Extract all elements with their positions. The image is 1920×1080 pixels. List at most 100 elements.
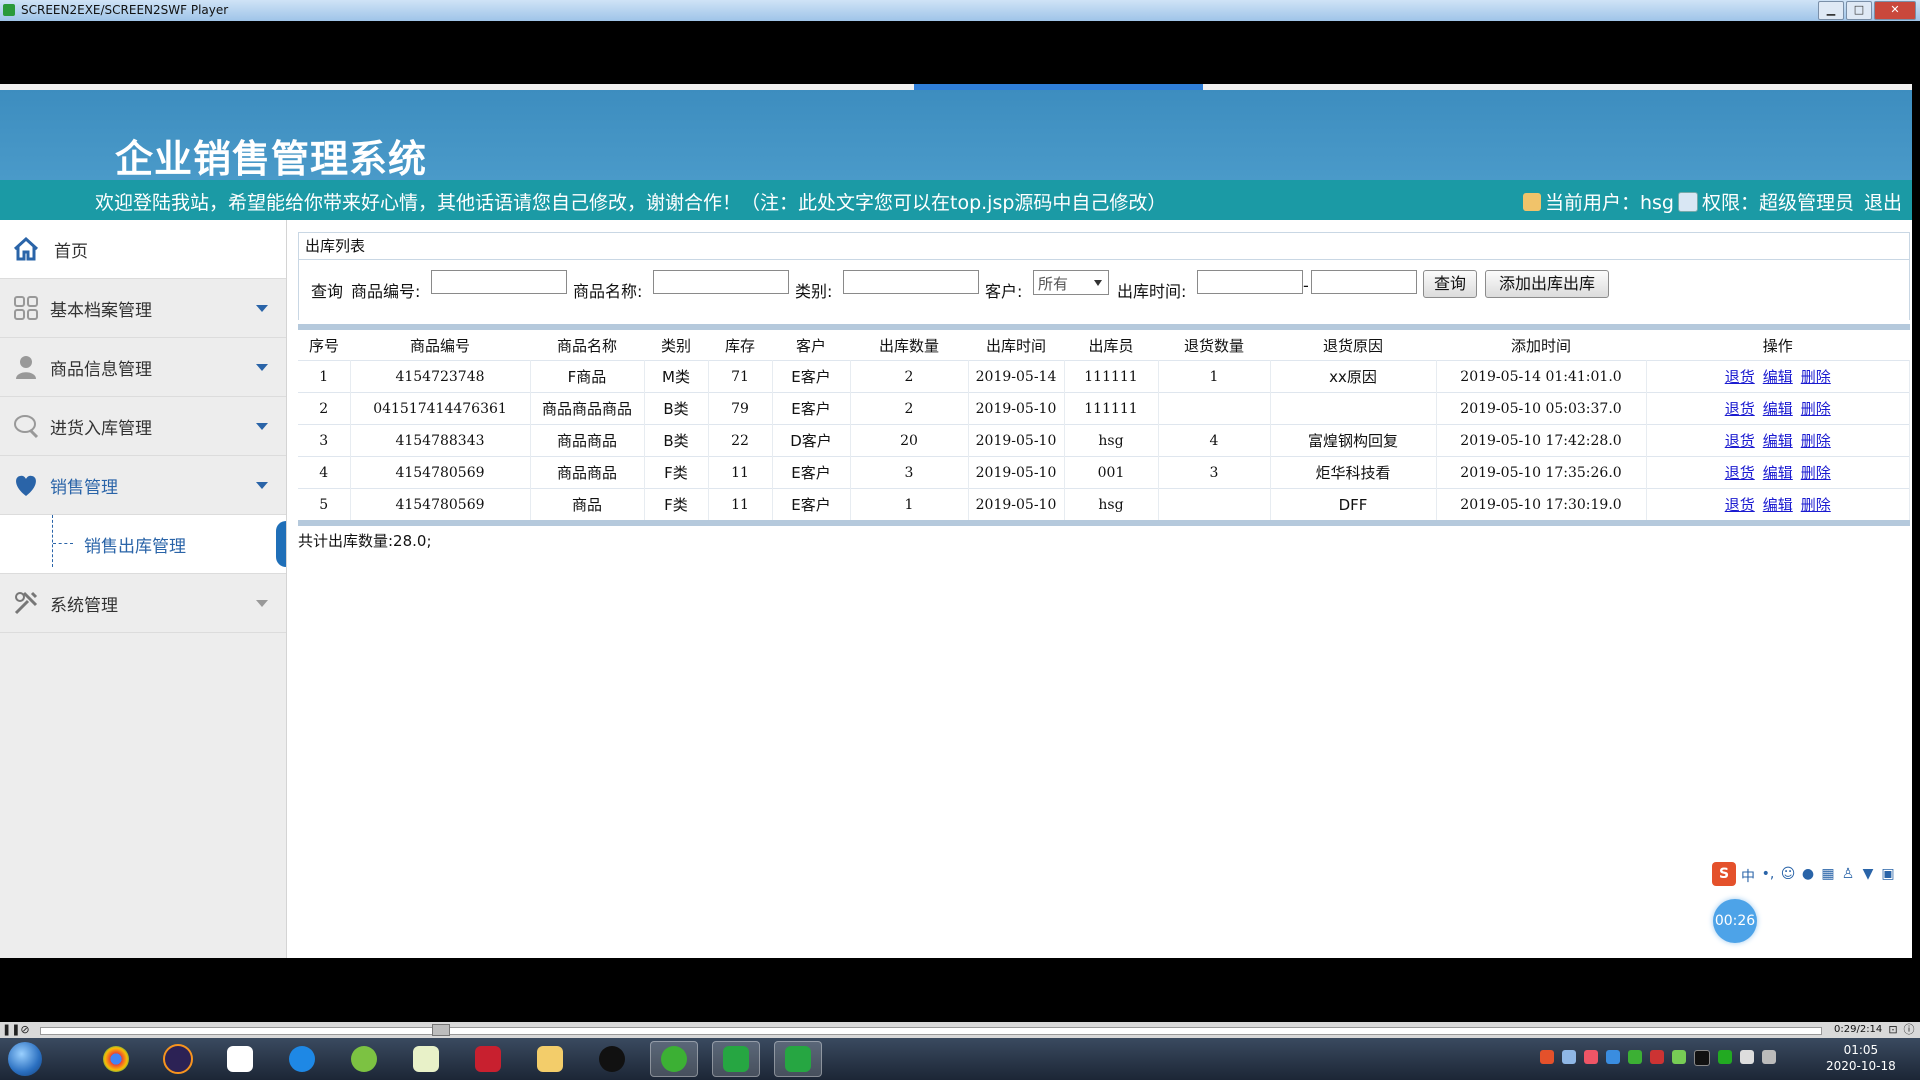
table-row: 4 4154780569 商品商品 F类 11 E客户 3 2019-05-10… <box>298 456 1910 489</box>
leaf-app-icon[interactable] <box>340 1041 388 1077</box>
sidebar-item-home[interactable]: 首页 <box>0 220 286 279</box>
baidu-netdisk-icon[interactable] <box>216 1041 264 1077</box>
edit-link[interactable]: 编辑 <box>1763 400 1793 418</box>
fullscreen-icon[interactable]: ⊡ <box>1886 1023 1900 1037</box>
skin-icon[interactable]: ▼ <box>1860 866 1876 882</box>
emoji-icon[interactable]: ☺ <box>1780 866 1796 882</box>
sidebar-subitem-sales-outbound[interactable]: 销售出库管理 <box>0 515 286 573</box>
eclipse-icon[interactable] <box>154 1041 202 1077</box>
shield-tray-icon[interactable] <box>1606 1050 1620 1064</box>
info-icon[interactable]: ⓘ <box>1902 1023 1916 1037</box>
edit-link[interactable]: 编辑 <box>1763 496 1793 514</box>
chevron-down-icon <box>256 482 268 489</box>
wechat-icon[interactable] <box>650 1041 698 1077</box>
sidebar-item-product-info[interactable]: 商品信息管理 <box>0 338 286 397</box>
customer-select[interactable]: 所有 <box>1033 270 1109 295</box>
volume-tray-icon[interactable] <box>1740 1050 1754 1064</box>
return-link[interactable]: 退货 <box>1725 496 1755 514</box>
chevron-down-icon <box>256 364 268 371</box>
punctuation-icon[interactable]: •, <box>1760 866 1776 882</box>
start-button-icon[interactable] <box>8 1042 42 1076</box>
header-banner: 企业销售管理系统 <box>0 90 1912 181</box>
sidebar-item-label: 进货入库管理 <box>50 418 152 439</box>
sidebar-item-system[interactable]: 系统管理 <box>0 573 286 633</box>
ime-toolbar[interactable]: S 中 •, ☺ ● ▦ ♙ ▼ ▣ <box>1712 862 1896 886</box>
cell-product-name: F商品 <box>530 360 645 393</box>
user-settings-icon[interactable]: ♙ <box>1840 866 1856 882</box>
file-explorer-icon[interactable] <box>526 1041 574 1077</box>
person-icon <box>16 356 36 379</box>
playback-slider-handle[interactable] <box>432 1024 450 1036</box>
player-stage: 企业销售管理系统 欢迎登陆我站，希望能给你带来好心情，其他话语请您自己修改，谢谢… <box>0 84 1912 958</box>
sidebar-item-label: 商品信息管理 <box>50 359 152 380</box>
edit-link[interactable]: 编辑 <box>1763 464 1793 482</box>
col-header: 商品编号 <box>409 336 470 355</box>
microphone-icon[interactable]: ● <box>1800 866 1816 882</box>
close-button[interactable]: ✕ <box>1874 1 1916 20</box>
maximize-button[interactable]: □ <box>1846 1 1872 20</box>
wechat-tray-icon[interactable] <box>1628 1050 1642 1064</box>
product-code-input[interactable] <box>431 270 567 294</box>
sidebar-item-sales[interactable]: 销售管理 <box>0 456 286 515</box>
recording-timer-badge[interactable]: 00:26 <box>1713 899 1757 943</box>
playback-track[interactable] <box>40 1027 1822 1035</box>
toolbox-icon[interactable]: ▣ <box>1880 866 1896 882</box>
chinese-mode-icon[interactable]: 中 <box>1740 866 1756 885</box>
player-app-icon <box>3 4 15 16</box>
flash-icon[interactable] <box>464 1041 512 1077</box>
sogou-tray-icon[interactable] <box>1540 1050 1554 1064</box>
network-tray-icon[interactable] <box>1562 1050 1576 1064</box>
system-tray <box>1540 1050 1776 1066</box>
keyboard-icon[interactable]: ▦ <box>1820 866 1836 882</box>
cell-outbound-time: 2019-05-10 <box>968 456 1065 489</box>
delete-link[interactable]: 删除 <box>1801 400 1831 418</box>
logout-link[interactable]: 退出 <box>1864 188 1902 215</box>
cell-quantity: 3 <box>850 456 969 489</box>
screen-player-icon[interactable] <box>774 1041 822 1077</box>
return-link[interactable]: 退货 <box>1725 432 1755 450</box>
edit-link[interactable]: 编辑 <box>1763 368 1793 386</box>
cell-product-code: 4154780569 <box>350 488 531 520</box>
pause-icon[interactable]: ❚❚ <box>2 1023 20 1037</box>
return-link[interactable]: 退货 <box>1725 464 1755 482</box>
sidebar-item-purchase-stock[interactable]: 进货入库管理 <box>0 397 286 456</box>
sidebar-item-label: 首页 <box>54 241 88 262</box>
category-input[interactable] <box>843 270 979 294</box>
col-header: 退货原因 <box>1322 336 1383 355</box>
add-outbound-button[interactable]: 添加出库出库 <box>1485 270 1609 298</box>
display-tray-icon[interactable] <box>1762 1050 1776 1064</box>
delete-link[interactable]: 删除 <box>1801 368 1831 386</box>
search-button[interactable]: 查询 <box>1423 270 1477 298</box>
edit-link[interactable]: 编辑 <box>1763 432 1793 450</box>
battery-tray-icon[interactable] <box>1672 1050 1686 1064</box>
sidebar-item-basic-archive[interactable]: 基本档案管理 <box>0 279 286 338</box>
cell-actions: 退货 编辑 删除 <box>1646 360 1910 393</box>
cell-return-reason: DFF <box>1270 488 1437 520</box>
cell-added-time: 2019-05-10 17:42:28.0 <box>1436 424 1647 457</box>
delete-link[interactable]: 删除 <box>1801 496 1831 514</box>
product-name-input[interactable] <box>653 270 789 294</box>
qq-browser-icon[interactable] <box>278 1041 326 1077</box>
cell-actions: 退货 编辑 删除 <box>1646 456 1910 489</box>
cell-product-code: 4154723748 <box>350 360 531 393</box>
green-tray-icon[interactable] <box>1718 1050 1732 1064</box>
screen-recorder-icon[interactable] <box>712 1041 760 1077</box>
qq-icon[interactable] <box>588 1041 636 1077</box>
return-link[interactable]: 退货 <box>1725 368 1755 386</box>
sogou-logo-icon[interactable]: S <box>1712 862 1736 886</box>
cell-category: B类 <box>644 424 709 457</box>
end-date-input[interactable] <box>1311 270 1417 294</box>
chart-app-icon[interactable] <box>402 1041 450 1077</box>
delete-link[interactable]: 删除 <box>1801 464 1831 482</box>
qq-tray-icon[interactable] <box>1694 1050 1710 1066</box>
chrome-icon[interactable] <box>92 1041 140 1077</box>
taskbar-clock[interactable]: 01:05 2020-10-18 <box>1826 1042 1896 1074</box>
speaker-tray-icon[interactable] <box>1650 1050 1664 1064</box>
delete-link[interactable]: 删除 <box>1801 432 1831 450</box>
rewind-icon[interactable]: ⊘ <box>18 1023 32 1037</box>
start-date-input[interactable] <box>1197 270 1303 294</box>
return-link[interactable]: 退货 <box>1725 400 1755 418</box>
minimize-button[interactable]: ▁ <box>1818 1 1844 20</box>
chevron-down-icon <box>256 600 268 607</box>
app-tray-icon[interactable] <box>1584 1050 1598 1064</box>
